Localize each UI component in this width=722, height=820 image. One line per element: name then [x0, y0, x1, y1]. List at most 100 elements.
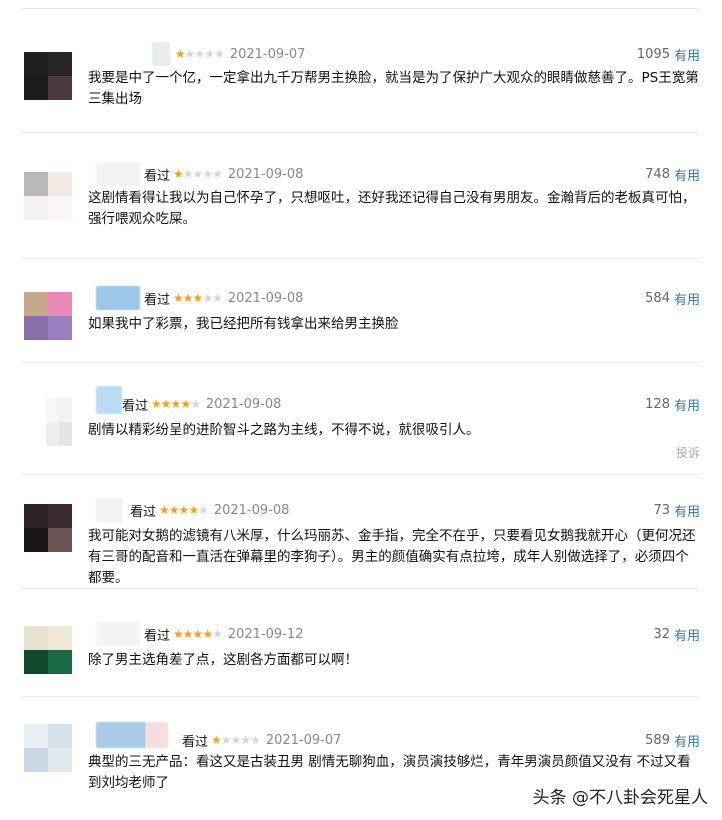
- vote-count: 73: [653, 502, 670, 518]
- star-filled-icon: ★: [182, 627, 194, 641]
- vote-block: 589 有用: [645, 730, 700, 750]
- useful-button[interactable]: 有用: [674, 165, 700, 184]
- report-button[interactable]: 投诉: [676, 444, 700, 461]
- star-filled-icon: ★: [168, 503, 180, 517]
- star-empty-icon: ★: [190, 397, 201, 411]
- watched-label: 看过: [182, 734, 209, 750]
- username-blurred[interactable]: [96, 622, 140, 646]
- review-text: 除了男主选角差了点，这剧各方面都可以啊！: [88, 652, 358, 668]
- divider: [22, 588, 700, 589]
- top-divider: [22, 8, 700, 9]
- star-filled-icon: ★: [211, 733, 222, 747]
- review-date: 2021-09-08: [205, 396, 282, 412]
- rating-stars: ★ ★ ★ ★ ★: [211, 733, 261, 747]
- rating-stars: ★ ★ ★ ★ ★: [175, 47, 225, 61]
- vote-block: 584 有用: [645, 288, 700, 308]
- review-meta: 看过 ★ ★ ★ ★ ★ 2021-09-08: [108, 394, 281, 414]
- watermark: 头条 @不八卦会死星人: [532, 788, 708, 808]
- star-empty-icon: ★: [212, 167, 223, 181]
- star-filled-icon: ★: [151, 397, 162, 411]
- watched-label: 看过: [144, 292, 171, 308]
- vote-block: 1095 有用: [637, 44, 700, 64]
- vote-block: 73 有用: [653, 500, 700, 520]
- watched-label: 看过: [130, 504, 157, 520]
- avatar[interactable]: [24, 504, 72, 552]
- divider: [22, 362, 700, 363]
- star-empty-icon: ★: [230, 733, 242, 747]
- review-meta: ★ ★ ★ ★ ★ 2021-09-07: [172, 44, 305, 64]
- star-empty-icon: ★: [212, 627, 223, 641]
- review-text: 剧情以精彩纷呈的进阶智斗之路为主线，不得不说，就很吸引人。: [88, 422, 480, 438]
- vote-count: 128: [645, 396, 670, 412]
- star-filled-icon: ★: [170, 397, 182, 411]
- vote-count: 584: [645, 290, 670, 306]
- username-blurred: [146, 722, 168, 748]
- star-empty-icon: ★: [204, 47, 215, 61]
- useful-button[interactable]: 有用: [674, 289, 700, 308]
- divider: [22, 474, 700, 475]
- vote-count: 32: [653, 626, 670, 642]
- vote-block: 32 有用: [653, 624, 700, 644]
- star-empty-icon: ★: [220, 733, 232, 747]
- review-text: 这剧情看得让我以为自己怀孕了，只想呕吐，还好我还记得自己没有男朋友。金瀚背后的老…: [88, 190, 696, 227]
- star-filled-icon: ★: [192, 627, 204, 641]
- star-empty-icon: ★: [192, 167, 204, 181]
- star-filled-icon: ★: [180, 397, 191, 411]
- divider: [22, 258, 700, 259]
- star-empty-icon: ★: [202, 167, 213, 181]
- star-filled-icon: ★: [202, 627, 213, 641]
- rating-stars: ★ ★ ★ ★ ★: [173, 627, 223, 641]
- watched-label: 看过: [122, 398, 149, 414]
- review-date: 2021-09-07: [265, 732, 342, 748]
- divider: [22, 696, 700, 697]
- username-blurred[interactable]: [96, 498, 122, 522]
- review-meta: 看过 ★ ★ ★ ★ ★ 2021-09-07: [182, 730, 341, 750]
- vote-block: 128 有用: [645, 394, 700, 414]
- useful-button[interactable]: 有用: [674, 625, 700, 644]
- rating-stars: ★ ★ ★ ★ ★: [173, 167, 223, 181]
- username-blurred[interactable]: [96, 162, 140, 186]
- avatar[interactable]: [24, 626, 72, 674]
- watched-label: 看过: [144, 168, 171, 184]
- star-filled-icon: ★: [173, 291, 184, 305]
- avatar[interactable]: [24, 724, 72, 772]
- review-date: 2021-09-07: [229, 46, 306, 62]
- star-filled-icon: ★: [159, 503, 170, 517]
- star-empty-icon: ★: [240, 733, 251, 747]
- username-blurred[interactable]: [152, 42, 170, 66]
- avatar[interactable]: [24, 52, 72, 100]
- watched-label: 看过: [144, 628, 171, 644]
- star-filled-icon: ★: [192, 291, 204, 305]
- rating-stars: ★ ★ ★ ★ ★: [173, 291, 223, 305]
- star-empty-icon: ★: [214, 47, 225, 61]
- review-text: 如果我中了彩票，我已经把所有钱拿出来给男主换脸: [88, 316, 399, 332]
- rating-stars: ★ ★ ★ ★ ★: [159, 503, 209, 517]
- star-empty-icon: ★: [194, 47, 206, 61]
- vote-block: 748 有用: [645, 164, 700, 184]
- star-empty-icon: ★: [250, 733, 261, 747]
- star-filled-icon: ★: [173, 167, 184, 181]
- useful-button[interactable]: 有用: [674, 731, 700, 750]
- star-empty-icon: ★: [182, 167, 194, 181]
- username-blurred[interactable]: [96, 286, 140, 310]
- review-date: 2021-09-08: [227, 166, 304, 182]
- review-meta: 看过 ★ ★ ★ ★ ★ 2021-09-12: [144, 624, 303, 644]
- avatar[interactable]: [24, 292, 72, 340]
- review-date: 2021-09-12: [227, 626, 304, 642]
- star-filled-icon: ★: [160, 397, 172, 411]
- useful-button[interactable]: 有用: [674, 395, 700, 414]
- star-empty-icon: ★: [184, 47, 196, 61]
- review-text: 我要是中了一个亿，一定拿出九千万帮男主换脸，就当是为了保护广大观众的眼睛做慈善了…: [88, 70, 699, 107]
- username-blurred[interactable]: [96, 722, 146, 748]
- avatar[interactable]: [24, 172, 72, 220]
- star-filled-icon: ★: [178, 503, 190, 517]
- vote-count: 1095: [636, 46, 670, 62]
- star-filled-icon: ★: [182, 291, 194, 305]
- review-text: 我可能对女鹅的滤镜有八米厚，什么玛丽苏、金手指，完全不在乎，只要看见女鹅我就开心…: [88, 528, 696, 586]
- useful-button[interactable]: 有用: [674, 501, 700, 520]
- useful-button[interactable]: 有用: [674, 45, 700, 64]
- rating-stars: ★ ★ ★ ★ ★: [151, 397, 201, 411]
- divider: [22, 132, 700, 133]
- avatar[interactable]: [46, 398, 72, 446]
- star-filled-icon: ★: [173, 627, 184, 641]
